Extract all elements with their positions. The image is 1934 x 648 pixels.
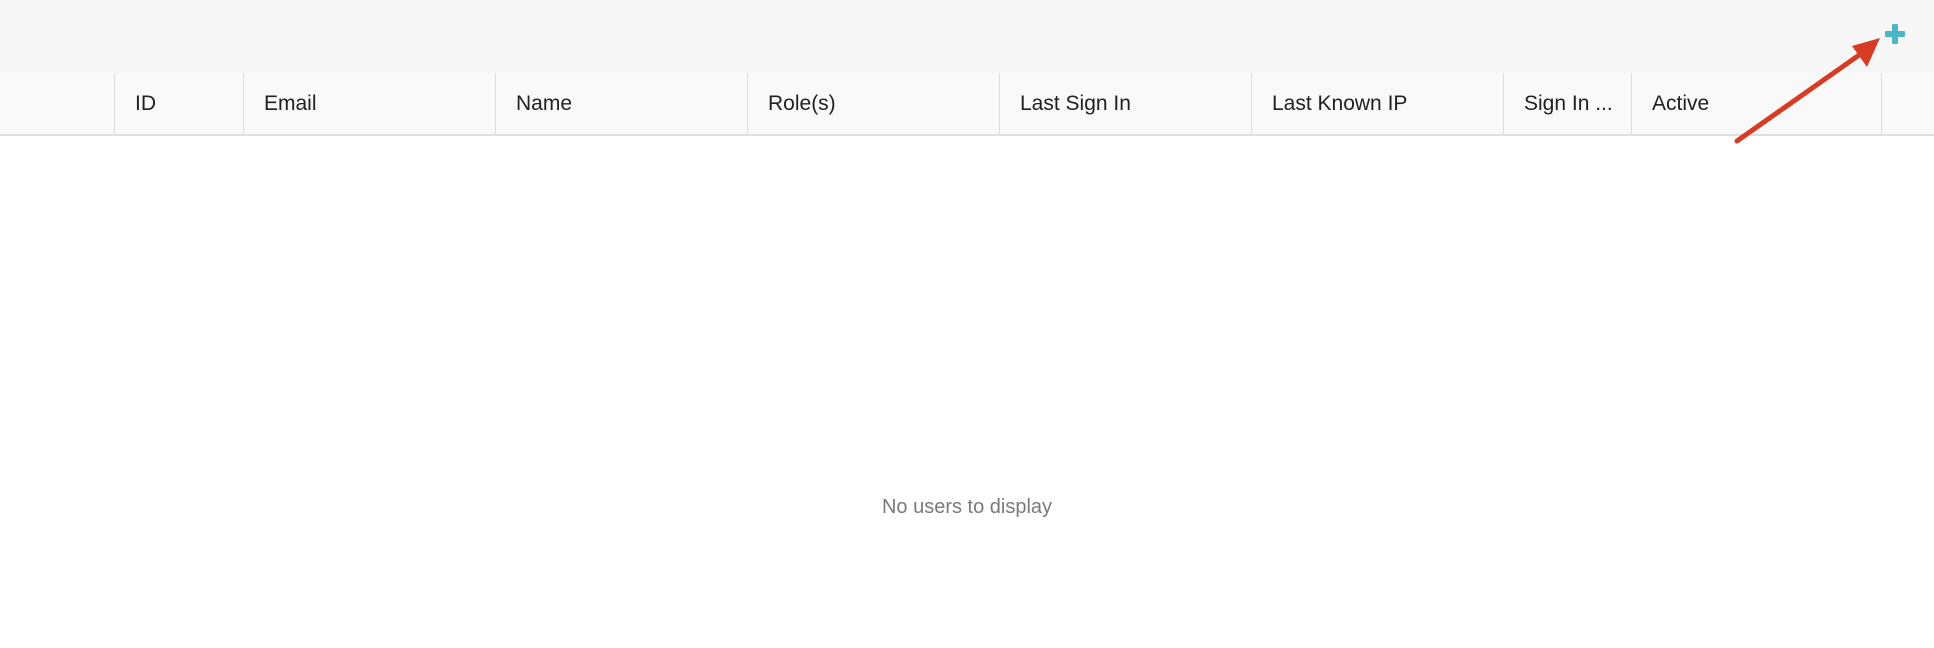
toolbar [0, 0, 1934, 73]
column-header-roles[interactable]: Role(s) [747, 73, 999, 134]
empty-state-message: No users to display [881, 496, 1053, 518]
column-header-sign-in-count[interactable]: Sign In ... [1503, 73, 1631, 134]
users-page: ID Email Name Role(s) Last Sign In Last … [0, 0, 1934, 648]
column-header-active[interactable]: Active [1631, 73, 1882, 134]
column-header-id[interactable]: ID [114, 73, 243, 134]
plus-icon [1885, 24, 1905, 44]
column-header-last-sign-in[interactable]: Last Sign In [999, 73, 1251, 134]
column-header-last-known-ip[interactable]: Last Known IP [1251, 73, 1503, 134]
table-header: ID Email Name Role(s) Last Sign In Last … [0, 73, 1934, 136]
column-header-email[interactable]: Email [243, 73, 495, 134]
add-user-button[interactable] [1880, 21, 1910, 47]
column-header-name[interactable]: Name [495, 73, 747, 134]
